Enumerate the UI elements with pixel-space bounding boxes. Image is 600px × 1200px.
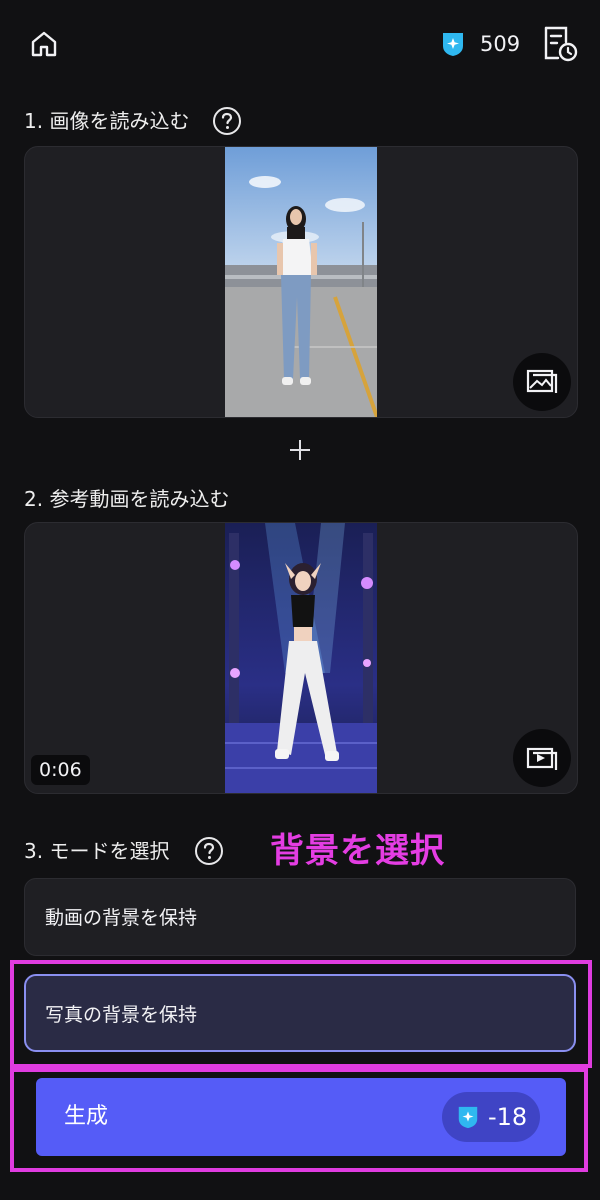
mode-help-button[interactable] (194, 836, 224, 866)
credit-cost-pill: -18 (442, 1092, 540, 1142)
image-help-button[interactable] (212, 106, 242, 136)
replace-image-button[interactable] (513, 353, 571, 411)
image-upload-card[interactable] (24, 146, 578, 418)
home-button[interactable] (26, 26, 62, 62)
history-button[interactable] (540, 24, 580, 64)
replace-video-icon (526, 747, 558, 770)
history-document-icon (544, 26, 578, 62)
section-title-image: 1. 画像を読み込む (24, 109, 190, 133)
generate-label: 生成 (64, 1104, 109, 1129)
question-circle-icon (195, 837, 223, 865)
question-circle-icon (213, 107, 241, 135)
replace-video-button[interactable] (513, 729, 571, 787)
section-title-mode: 3. モードを選択 (24, 839, 170, 863)
section-title-video: 2. 参考動画を読み込む (24, 487, 230, 511)
uploaded-photo-thumbnail (225, 147, 377, 417)
credit-cost-value: -18 (488, 1103, 528, 1131)
credit-count: 509 (480, 32, 521, 56)
reference-video-thumbnail (225, 523, 377, 793)
video-upload-card[interactable]: 0:06 (24, 522, 578, 794)
generate-button[interactable]: 生成 -18 (36, 1078, 566, 1156)
annotation-label: 背景を選択 (270, 831, 445, 871)
mode-option-keep-photo-background[interactable]: 写真の背景を保持 (24, 974, 576, 1052)
replace-image-icon (526, 369, 558, 393)
home-icon (31, 31, 57, 57)
plus-icon (286, 436, 314, 464)
credit-badge-icon (440, 30, 466, 58)
credit-badge-icon (458, 1106, 478, 1129)
video-duration-badge: 0:06 (31, 755, 90, 785)
mode-option-keep-video-background[interactable]: 動画の背景を保持 (24, 878, 576, 956)
